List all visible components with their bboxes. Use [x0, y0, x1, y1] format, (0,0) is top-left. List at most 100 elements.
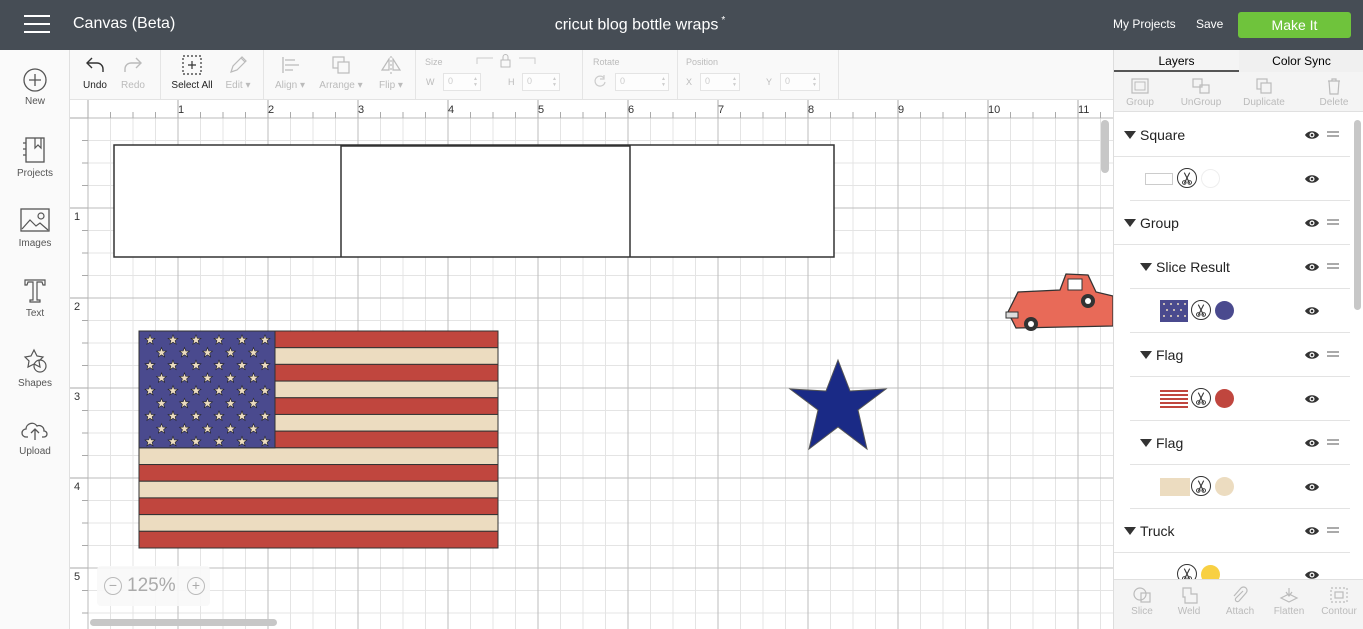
layer-name: Square [1140, 127, 1186, 143]
eye-icon[interactable] [1304, 525, 1320, 537]
color-swatch[interactable] [1215, 301, 1234, 320]
top-bar: Canvas (Beta) cricut blog bottle wraps * … [0, 0, 1363, 50]
layer-detail-flag[interactable] [1130, 465, 1350, 509]
stepper-arrows-icon[interactable]: ▲ ▼ [732, 76, 737, 88]
vertical-scrollbar[interactable] [1101, 120, 1109, 173]
y-position-input[interactable]: 0 ▲ ▼ [780, 73, 820, 91]
layer-row-square[interactable]: Square [1114, 113, 1350, 157]
eye-icon[interactable] [1304, 173, 1320, 185]
eye-icon[interactable] [1304, 437, 1320, 449]
flag-graphic[interactable] [138, 330, 499, 549]
layer-row-truck[interactable]: Truck [1114, 509, 1350, 553]
chevron-down-icon: ▾ [395, 80, 403, 91]
group-button[interactable]: Group [1110, 77, 1170, 108]
layer-row-flag[interactable]: Flag [1130, 421, 1350, 465]
drag-handle-icon[interactable] [1327, 527, 1339, 533]
zoom-in-button[interactable]: + [187, 577, 205, 595]
eye-icon[interactable] [1304, 393, 1320, 405]
eye-icon[interactable] [1304, 129, 1320, 141]
flag-cream-thumbnail [1160, 478, 1190, 496]
make-it-button[interactable]: Make It [1238, 12, 1351, 38]
stepper-arrows-icon[interactable]: ▲ ▼ [473, 76, 478, 88]
horizontal-scrollbar[interactable] [90, 619, 277, 626]
color-swatch[interactable] [1201, 565, 1220, 579]
panel-scrollbar[interactable] [1354, 120, 1361, 310]
stepper-arrows-icon[interactable]: ▲ ▼ [552, 76, 557, 88]
drag-handle-icon[interactable] [1327, 263, 1339, 269]
shapes-button[interactable]: Shapes [0, 348, 70, 389]
edit-dropdown[interactable]: Edit ▾ [220, 54, 256, 91]
duplicate-button[interactable]: Duplicate [1234, 77, 1294, 108]
group-icon [1131, 78, 1149, 94]
caret-down-icon[interactable] [1124, 131, 1136, 139]
contour-button[interactable]: Contour [1309, 586, 1363, 617]
eye-icon[interactable] [1304, 349, 1320, 361]
color-swatch[interactable] [1215, 389, 1234, 408]
width-input[interactable]: 0 ▲ ▼ [443, 73, 481, 91]
delete-button[interactable]: Delete [1304, 77, 1363, 108]
tab-layers[interactable]: Layers [1114, 50, 1239, 72]
size-lock-icon[interactable] [475, 52, 537, 70]
images-button[interactable]: Images [0, 208, 70, 249]
text-button[interactable]: Text [0, 278, 70, 319]
arrange-dropdown[interactable]: Arrange ▾ [316, 54, 366, 91]
upload-button[interactable]: Upload [0, 418, 70, 457]
undo-button[interactable]: Undo [80, 54, 110, 91]
y-value: 0 [785, 76, 791, 86]
new-button[interactable]: New [0, 68, 70, 107]
drag-handle-icon[interactable] [1327, 439, 1339, 445]
shapes-icon [23, 348, 47, 373]
layer-row-flag[interactable]: Flag [1130, 333, 1350, 377]
caret-down-icon[interactable] [1124, 527, 1136, 535]
eye-icon[interactable] [1304, 305, 1320, 317]
eye-icon[interactable] [1304, 481, 1320, 493]
caret-down-icon[interactable] [1124, 219, 1136, 227]
scissors-icon [1191, 300, 1211, 320]
zoom-control: − 125% + [97, 566, 210, 606]
layer-row-slice-result[interactable]: Slice Result [1130, 245, 1350, 289]
zoom-out-button[interactable]: − [104, 577, 122, 595]
drag-handle-icon[interactable] [1327, 219, 1339, 225]
save-button[interactable]: Save [1196, 17, 1223, 31]
layer-row-group[interactable]: Group [1114, 201, 1350, 245]
design-canvas[interactable]: 1 2 3 4 5 6 7 8 9 10 11 1 2 3 4 5 − 125%… [70, 100, 1113, 629]
color-swatch[interactable] [1201, 169, 1220, 188]
toolbar-divider [677, 50, 678, 99]
projects-button[interactable]: Projects [0, 136, 70, 179]
delete-label: Delete [1319, 97, 1349, 108]
square-layer-shape[interactable] [113, 144, 835, 258]
color-swatch[interactable] [1215, 477, 1234, 496]
rotate-input[interactable]: 0 ▲ ▼ [615, 73, 669, 91]
layer-detail-truck[interactable] [1130, 553, 1350, 579]
attach-label: Attach [1225, 606, 1255, 617]
y-label: Y [766, 77, 773, 87]
tab-color-sync[interactable]: Color Sync [1239, 50, 1363, 72]
drag-handle-icon[interactable] [1327, 131, 1339, 137]
stepper-arrows-icon[interactable]: ▲ ▼ [812, 76, 817, 88]
edit-label: Edit [225, 80, 243, 91]
layer-detail-square[interactable] [1130, 157, 1350, 201]
eye-icon[interactable] [1304, 569, 1320, 579]
caret-down-icon[interactable] [1140, 351, 1152, 359]
flip-dropdown[interactable]: Flip ▾ [374, 54, 408, 91]
eye-icon[interactable] [1304, 261, 1320, 273]
my-projects-link[interactable]: My Projects [1113, 17, 1176, 31]
caret-down-icon[interactable] [1140, 263, 1152, 271]
align-dropdown[interactable]: Align ▾ [272, 54, 308, 91]
document-title[interactable]: cricut blog bottle wraps * [0, 15, 1280, 34]
layer-detail-slice-result[interactable] [1130, 289, 1350, 333]
layers-panel: Layers Color Sync Group UnGroup Duplicat… [1113, 50, 1363, 629]
redo-button[interactable]: Redo [118, 54, 148, 91]
ungroup-button[interactable]: UnGroup [1171, 77, 1231, 108]
flip-label: Flip [379, 80, 396, 91]
panel-tabs: Layers Color Sync [1114, 50, 1363, 72]
height-input[interactable]: 0 ▲ ▼ [522, 73, 560, 91]
upload-label: Upload [19, 446, 51, 457]
caret-down-icon[interactable] [1140, 439, 1152, 447]
stepper-arrows-icon[interactable]: ▲ ▼ [661, 76, 666, 88]
eye-icon[interactable] [1304, 217, 1320, 229]
layer-detail-flag[interactable] [1130, 377, 1350, 421]
select-all-button[interactable]: Select All [170, 54, 214, 91]
drag-handle-icon[interactable] [1327, 351, 1339, 357]
x-position-input[interactable]: 0 ▲ ▼ [700, 73, 740, 91]
